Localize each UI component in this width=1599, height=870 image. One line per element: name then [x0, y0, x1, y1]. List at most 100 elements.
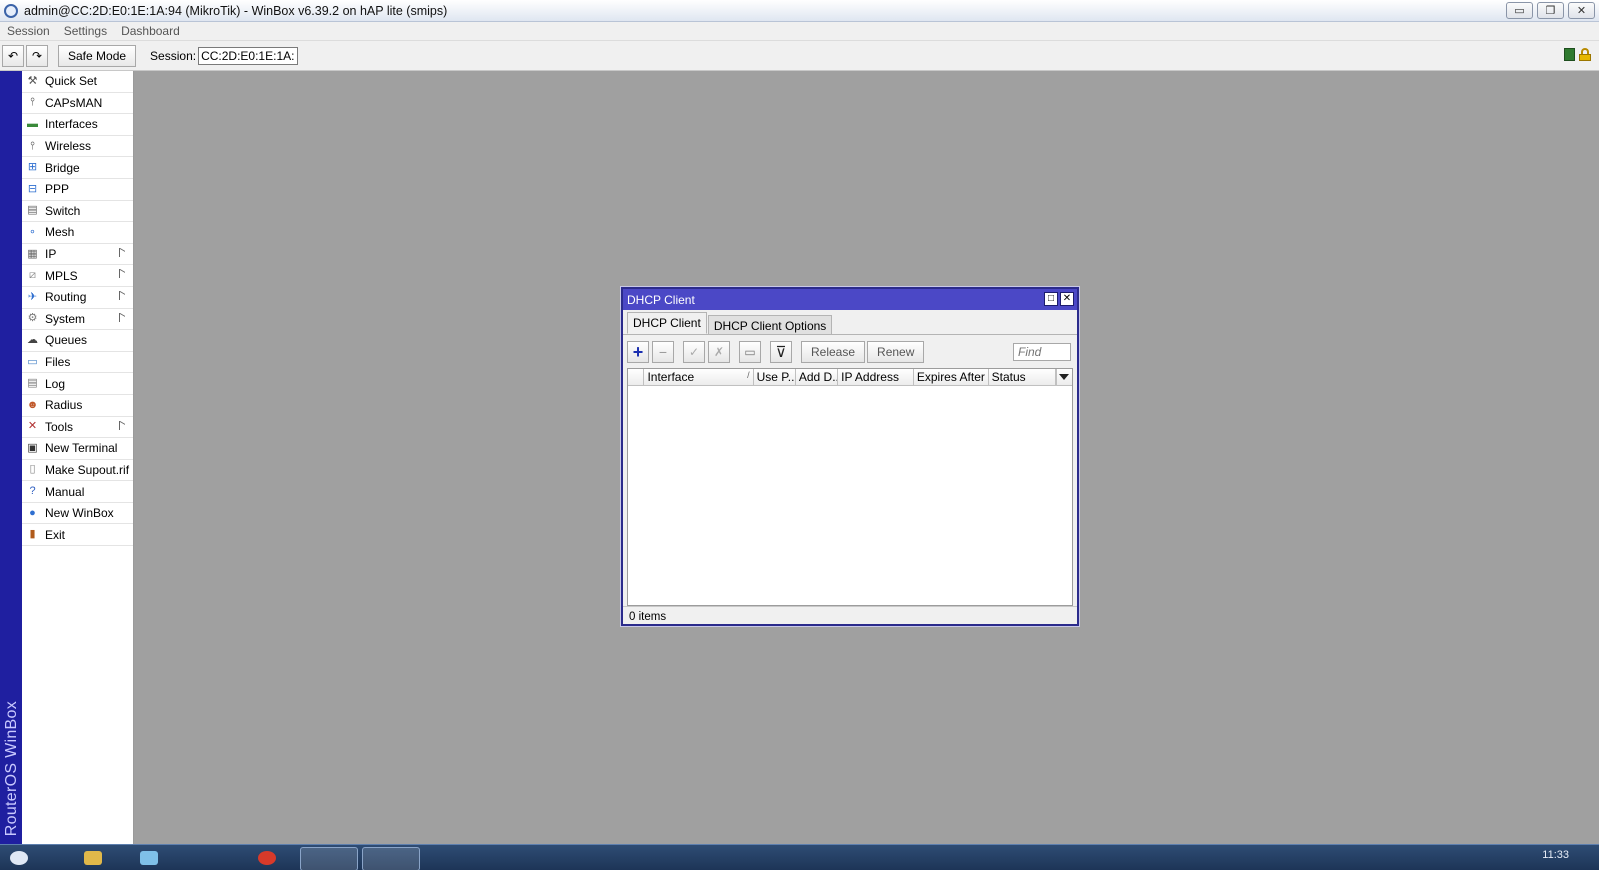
column-header-label: Add D... [798, 370, 839, 384]
disable-button[interactable]: ✗ [708, 341, 730, 363]
system-icon: ⚙ [27, 312, 38, 325]
tab-dhcp-client-options[interactable]: DHCP Client Options [707, 315, 833, 334]
dhcp-window-titlebar[interactable]: DHCP Client □ ✕ [623, 289, 1077, 310]
window-controls: ▭ ❐ ✕ [1506, 2, 1595, 19]
sidebar-item-exit[interactable]: ▮ Exit [22, 524, 133, 547]
sidebar-item-label: Log [45, 376, 66, 391]
ppp-icon: ⊟ [27, 182, 38, 195]
sidebar-item-label: MPLS [45, 268, 78, 283]
browser-icon[interactable] [258, 851, 276, 865]
brand-strip: RouterOS WinBox [0, 71, 22, 844]
column-chooser-button[interactable] [1055, 369, 1072, 385]
sidebar-item-radius[interactable]: ☻ Radius [22, 395, 133, 417]
lock-icon [1579, 48, 1591, 61]
sidebar-item-label: Manual [45, 484, 85, 499]
exit-icon: ▮ [29, 528, 36, 541]
interfaces-icon: ▬ [27, 117, 38, 130]
session-input[interactable] [198, 46, 299, 65]
window-title: admin@CC:2D:E0:1E:1A:94 (MikroTik) - Win… [24, 3, 448, 18]
column-header-label: Expires After [916, 370, 985, 384]
sidebar-item-files[interactable]: ▭ Files [22, 352, 133, 374]
sidebar-item-capsman[interactable]: ⫯ CAPsMAN [22, 93, 133, 115]
minimize-button[interactable]: ▭ [1506, 2, 1533, 19]
bridge-icon: ⊞ [27, 161, 38, 174]
sidebar-item-label: Files [45, 355, 71, 370]
sidebar-item-label: Make Supout.rif [45, 462, 130, 477]
column-select-all[interactable] [628, 369, 645, 385]
taskbar-item-1[interactable] [300, 847, 358, 870]
supout-icon: ▯ [29, 463, 36, 476]
sidebar-item-system[interactable]: ⚙ System [22, 309, 133, 331]
dhcp-status-bar: 0 items [623, 606, 1077, 626]
ip-icon: ▦ [27, 247, 38, 260]
files-icon: ▭ [27, 355, 38, 368]
sidebar-item-mesh[interactable]: ∘ Mesh [22, 222, 133, 244]
taskbar-item-winbox[interactable] [362, 847, 420, 870]
sidebar-item-label: Exit [45, 527, 66, 542]
sidebar-item-label: CAPsMAN [45, 95, 103, 110]
add-button[interactable]: + [627, 341, 649, 363]
filter-button[interactable]: ⊽ [770, 341, 792, 363]
sidebar-item-new-winbox[interactable]: ● New WinBox [22, 503, 133, 525]
sidebar-item-switch[interactable]: ▤ Switch [22, 201, 133, 223]
sidebar-item-interfaces[interactable]: ▬ Interfaces [22, 114, 133, 136]
switch-icon: ▤ [27, 204, 38, 217]
tab-dhcp-client[interactable]: DHCP Client [627, 312, 707, 334]
column-expires-after[interactable]: Expires After [914, 369, 989, 385]
restore-button[interactable]: ❐ [1537, 2, 1564, 19]
comment-icon: ▭ [744, 345, 756, 359]
winbox-app-icon [4, 3, 18, 18]
redo-button[interactable]: ↷ [26, 44, 48, 67]
sidebar-item-queues[interactable]: ☁ Queues [22, 330, 133, 352]
sidebar-item-manual[interactable]: ? Manual [22, 481, 133, 503]
menu-settings[interactable]: Settings [57, 24, 114, 38]
sidebar-item-quick-set[interactable]: ⚒ Quick Set [22, 71, 133, 93]
mesh-icon: ∘ [29, 225, 36, 238]
column-use-p[interactable]: Use P... [754, 369, 796, 385]
undo-button[interactable]: ↶ [2, 44, 24, 67]
comment-button[interactable]: ▭ [739, 341, 761, 363]
sidebar-item-routing[interactable]: ✈ Routing [22, 287, 133, 309]
sidebar-item-tools[interactable]: ✕ Tools [22, 417, 133, 439]
mpls-icon: ⧄ [29, 269, 36, 282]
dhcp-close-button[interactable]: ✕ [1060, 292, 1074, 306]
sidebar-item-label: System [45, 311, 86, 326]
remove-button[interactable]: − [652, 341, 674, 363]
sidebar-item-bridge[interactable]: ⊞ Bridge [22, 157, 133, 179]
app-icon[interactable] [140, 851, 158, 865]
sidebar-item-log[interactable]: ▤ Log [22, 373, 133, 395]
menu-bar: Session Settings Dashboard [0, 22, 1599, 41]
tools-icon: ✕ [27, 420, 38, 433]
sidebar-item-wireless[interactable]: ⫯ Wireless [22, 136, 133, 158]
find-input[interactable] [1013, 343, 1071, 361]
os-taskbar: 11:33 [0, 844, 1599, 870]
dhcp-maximize-button[interactable]: □ [1044, 292, 1058, 306]
sidebar-item-mpls[interactable]: ⧄ MPLS [22, 265, 133, 287]
close-button[interactable]: ✕ [1568, 2, 1595, 19]
submenu-flag-icon [119, 290, 125, 300]
log-icon: ▤ [27, 377, 38, 390]
sidebar-item-new-terminal[interactable]: ▣ New Terminal [22, 438, 133, 460]
column-header-label: Use P... [756, 370, 796, 384]
column-status[interactable]: Status [989, 369, 1056, 385]
radius-icon: ☻ [26, 398, 39, 411]
menu-session[interactable]: Session [0, 24, 57, 38]
menu-dashboard[interactable]: Dashboard [114, 24, 187, 38]
column-add-d[interactable]: Add D... [796, 369, 839, 385]
explorer-icon[interactable] [84, 851, 102, 865]
start-orb-icon[interactable] [10, 851, 28, 865]
submenu-flag-icon [119, 247, 125, 257]
renew-button[interactable]: Renew [867, 341, 925, 363]
column-interface[interactable]: Interface / [644, 369, 754, 385]
release-button[interactable]: Release [801, 341, 866, 363]
safe-mode-button[interactable]: Safe Mode [58, 44, 137, 67]
sidebar-item-ip[interactable]: ▦ IP [22, 244, 133, 266]
column-ip-address[interactable]: IP Address [838, 369, 914, 385]
sidebar-item-label: Radius [45, 398, 83, 413]
routeros-winbox-brand: RouterOS WinBox [3, 700, 20, 836]
sidebar-item-make-supout-rif[interactable]: ▯ Make Supout.rif [22, 460, 133, 482]
sidebar-item-ppp[interactable]: ⊟ PPP [22, 179, 133, 201]
enable-button[interactable]: ✓ [683, 341, 705, 363]
dropdown-arrow-icon [1059, 374, 1070, 380]
winbox-icon: ● [29, 506, 36, 519]
